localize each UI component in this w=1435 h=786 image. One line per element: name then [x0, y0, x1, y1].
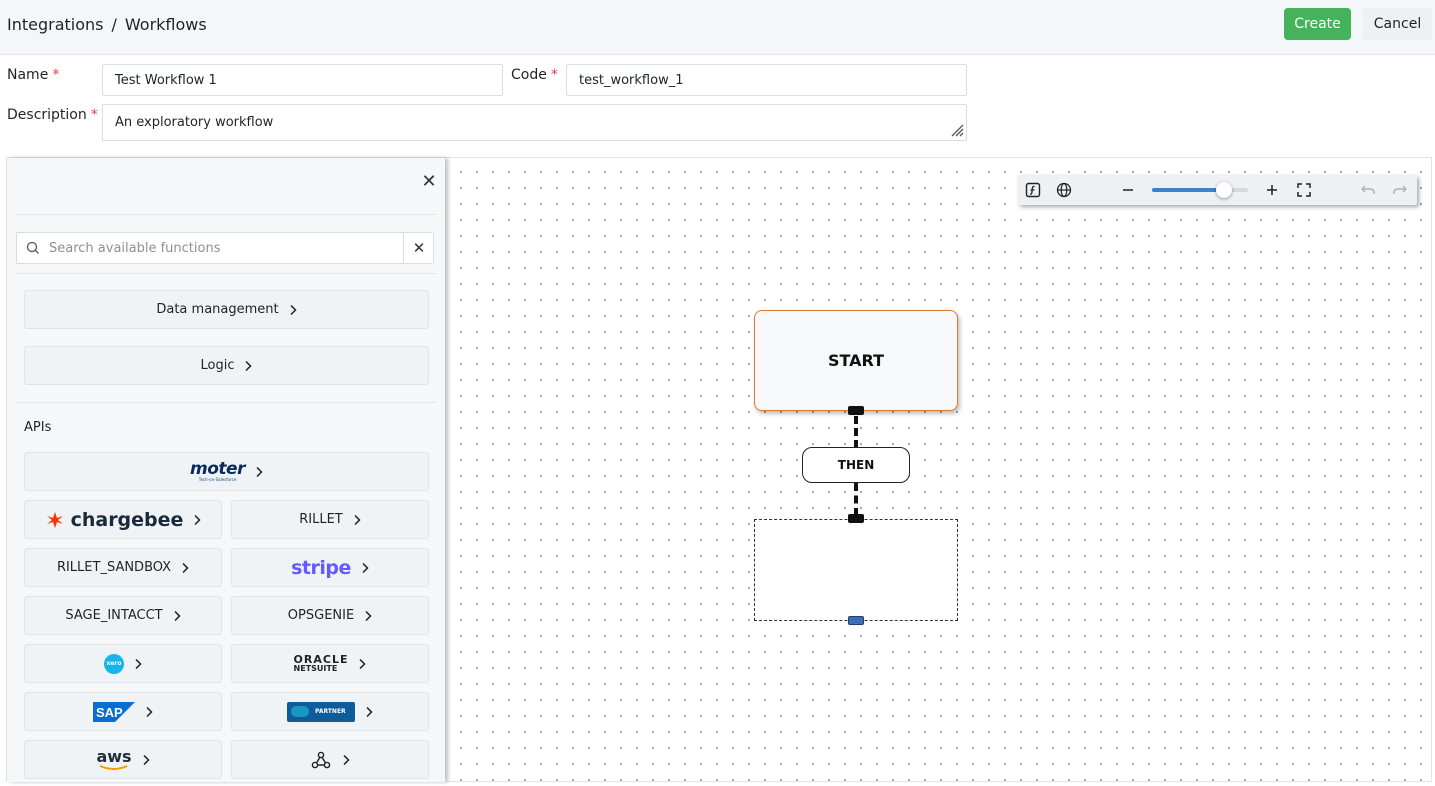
description-label: Description *: [7, 107, 98, 123]
connector-line: [854, 416, 858, 448]
workflow-canvas[interactable]: [447, 158, 1431, 781]
category-data-management[interactable]: Data management: [24, 290, 429, 329]
category-label: Data management: [156, 302, 279, 317]
clear-search-icon[interactable]: ✕: [403, 233, 434, 263]
breadcrumb-integrations[interactable]: Integrations: [7, 15, 104, 34]
aws-logo: aws: [96, 748, 132, 771]
canvas-toolbar: [1018, 175, 1417, 205]
category-label: Logic: [200, 358, 235, 373]
then-connector[interactable]: THEN: [802, 447, 910, 483]
aws-smile-icon: [99, 764, 128, 770]
chevron-right-icon: [366, 706, 373, 717]
undo-icon[interactable]: [1359, 181, 1377, 199]
zoom-in-icon[interactable]: [1263, 181, 1281, 199]
zoom-slider[interactable]: [1152, 182, 1248, 198]
zoom-slider-thumb[interactable]: [1216, 182, 1232, 198]
breadcrumb-separator: /: [111, 15, 117, 34]
api-rillet-sandbox[interactable]: RILLET_SANDBOX: [24, 548, 222, 587]
divider: [16, 273, 436, 274]
apis-heading: APIs: [24, 420, 52, 435]
top-bar: Integrations / Workflows Create Cancel: [0, 0, 1435, 55]
chevron-right-icon: [354, 514, 361, 525]
placeholder-output-handle[interactable]: [848, 616, 864, 625]
description-textarea[interactable]: An exploratory workflow: [102, 104, 967, 141]
functions-panel: ✕ ✕ Data management Logic APIs moter Tec…: [7, 158, 445, 782]
salesforce-cloud-icon: [291, 706, 309, 717]
close-panel-icon[interactable]: ✕: [419, 172, 439, 192]
chevron-right-icon: [365, 610, 372, 621]
chevron-right-icon: [194, 514, 201, 525]
cancel-button[interactable]: Cancel: [1363, 8, 1432, 40]
api-stripe[interactable]: stripe: [231, 548, 429, 587]
chevron-right-icon: [143, 754, 150, 765]
zoom-slider-fill: [1152, 188, 1224, 192]
api-moter[interactable]: moter Tech-on-Salesforce: [24, 452, 429, 491]
api-salesforce-partner[interactable]: PARTNER: [231, 692, 429, 731]
chargebee-mark-icon: [46, 511, 63, 528]
globe-icon[interactable]: [1055, 181, 1073, 199]
chevron-right-icon: [146, 706, 153, 717]
chevron-right-icon: [362, 562, 369, 573]
svg-text:SAP: SAP: [96, 705, 123, 720]
api-label: OPSGENIE: [287, 608, 355, 623]
xero-logo: xero: [104, 653, 124, 674]
api-oracle-netsuite[interactable]: ORACLE NETSUITE: [231, 644, 429, 683]
api-sap[interactable]: SAP: [24, 692, 222, 731]
moter-logo: moter Tech-on-Salesforce: [190, 459, 245, 482]
api-opsgenie[interactable]: OPSGENIE: [231, 596, 429, 635]
category-logic[interactable]: Logic: [24, 346, 429, 385]
search-icon: [26, 241, 39, 254]
sap-logo: SAP: [93, 701, 135, 722]
stripe-logo: stripe: [291, 556, 351, 579]
api-aws[interactable]: aws: [24, 740, 222, 779]
empty-step-placeholder[interactable]: [754, 519, 958, 621]
chevron-right-icon: [256, 466, 263, 477]
divider: [16, 402, 436, 403]
chevron-right-icon: [182, 562, 189, 573]
api-xero[interactable]: xero: [24, 644, 222, 683]
function-icon[interactable]: [1024, 181, 1042, 199]
resize-grip-icon[interactable]: [948, 121, 964, 137]
name-label: Name *: [7, 67, 60, 83]
fullscreen-icon[interactable]: [1295, 181, 1313, 199]
chevron-right-icon: [343, 754, 350, 765]
function-search: ✕: [16, 232, 434, 264]
redo-icon[interactable]: [1391, 181, 1409, 199]
api-label: RILLET_SANDBOX: [56, 560, 172, 575]
api-webhook[interactable]: [231, 740, 429, 779]
connector-line: [854, 483, 858, 516]
create-button[interactable]: Create: [1284, 8, 1351, 40]
api-chargebee[interactable]: chargebee: [24, 500, 222, 539]
name-input[interactable]: [102, 64, 503, 96]
chevron-right-icon: [135, 658, 142, 669]
api-label: SAGE_INTACCT: [65, 608, 163, 623]
api-rillet[interactable]: RILLET: [231, 500, 429, 539]
start-node-output-handle[interactable]: [848, 406, 864, 415]
salesforce-partner-logo: PARTNER: [287, 701, 355, 722]
placeholder-input-handle[interactable]: [848, 514, 864, 523]
webhook-icon: [311, 751, 331, 768]
chevron-right-icon: [174, 610, 181, 621]
zoom-out-icon[interactable]: [1119, 181, 1137, 199]
breadcrumb: Integrations / Workflows: [7, 15, 207, 34]
breadcrumb-workflows: Workflows: [124, 15, 207, 34]
code-input[interactable]: [566, 64, 967, 96]
code-label: Code *: [511, 67, 558, 83]
chevron-right-icon: [290, 304, 297, 315]
search-input[interactable]: [49, 233, 399, 263]
api-label: RILLET: [299, 512, 343, 527]
chargebee-logo: chargebee: [45, 509, 183, 531]
start-node[interactable]: START: [754, 310, 958, 411]
chevron-right-icon: [245, 360, 253, 371]
api-sage-intacct[interactable]: SAGE_INTACCT: [24, 596, 222, 635]
divider: [16, 214, 436, 215]
oracle-netsuite-logo: ORACLE NETSUITE: [293, 652, 349, 674]
chevron-right-icon: [359, 658, 367, 669]
